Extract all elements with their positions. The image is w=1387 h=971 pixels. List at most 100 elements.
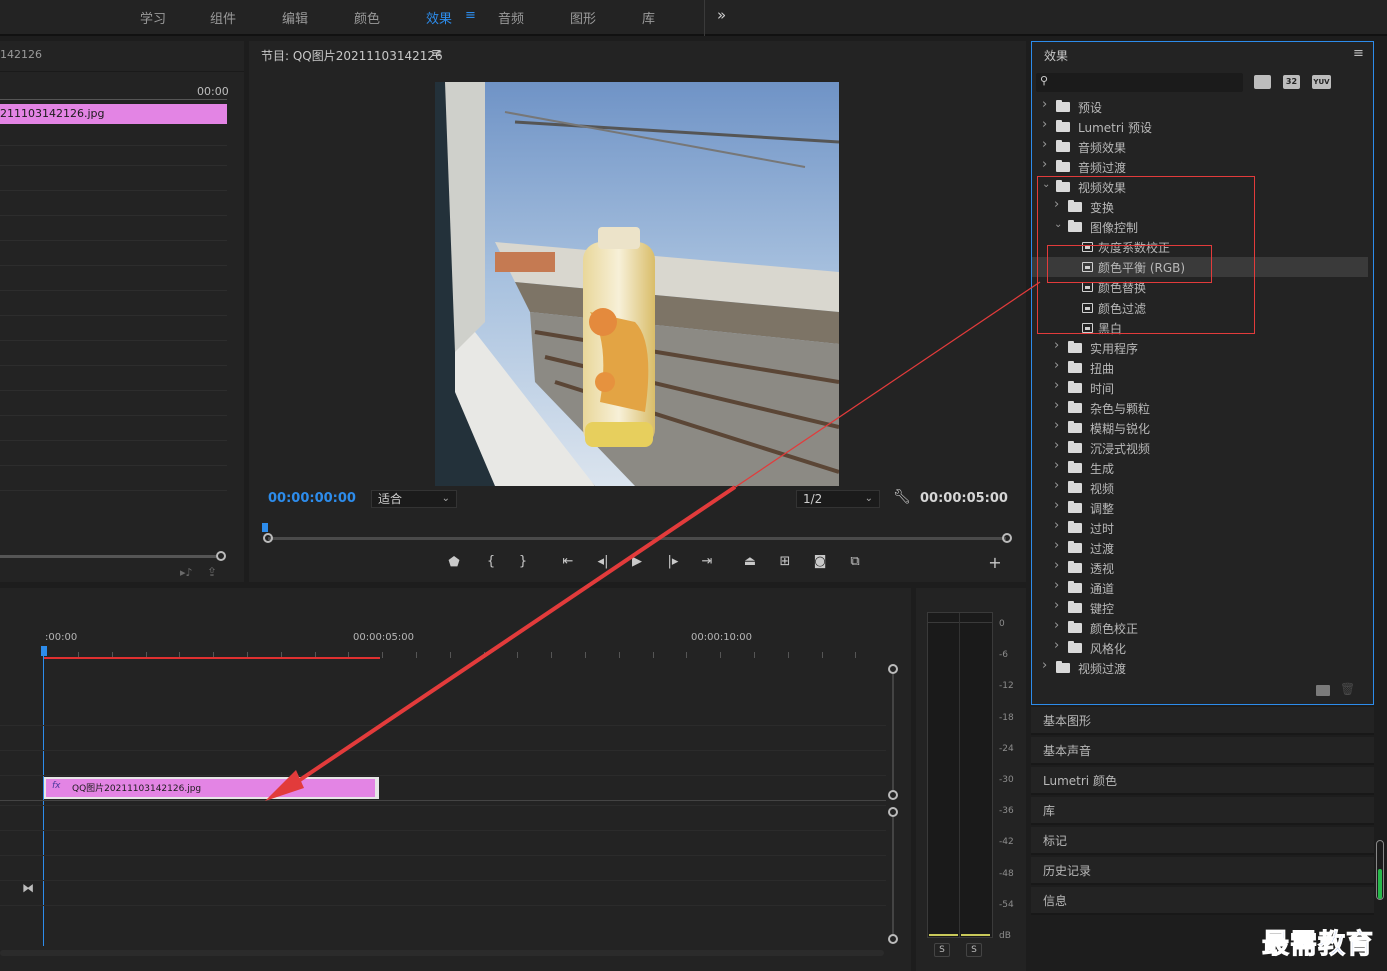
chevron-right-icon[interactable]: › [1054, 398, 1059, 413]
timeline-playhead-line[interactable] [43, 656, 44, 946]
program-zoom-bar[interactable] [268, 537, 1006, 540]
lift-icon[interactable]: ⏏ [740, 554, 760, 569]
effects-tree-item[interactable]: › 模糊与锐化 [1032, 418, 1368, 438]
chevron-right-icon[interactable]: › [1054, 638, 1059, 653]
chevron-right-icon[interactable]: › [1042, 658, 1047, 673]
chevron-right-icon[interactable]: › [1042, 137, 1047, 152]
workspace-tab-graphics[interactable]: 图形 [570, 8, 596, 27]
timeline-clip[interactable]: fx QQ图片20211103142126.jpg [44, 777, 379, 799]
mark-in-icon[interactable]: { [481, 554, 501, 569]
fit-dropdown[interactable]: 适合 ⌄ [371, 490, 457, 508]
timeline-audio-scroll-bottom[interactable] [888, 934, 898, 944]
effects-tree-item[interactable]: › 实用程序 [1032, 338, 1368, 358]
effects-tree-item[interactable]: › 视频 [1032, 478, 1368, 498]
workspace-tab-assembly[interactable]: 组件 [210, 8, 236, 27]
effects-tree-item[interactable]: › 音频过渡 [1032, 157, 1368, 177]
timeline-horizontal-scrollbar[interactable] [0, 950, 884, 956]
accelerated-effects-icon[interactable] [1254, 75, 1271, 89]
timeline-video-scrollbar[interactable] [892, 674, 894, 790]
panel-scrollbar[interactable] [1376, 840, 1384, 900]
effects-tree-item[interactable]: › 生成 [1032, 458, 1368, 478]
wrench-icon[interactable]: 🔧︎ [893, 489, 911, 505]
play-icon[interactable]: ▶ [627, 554, 647, 569]
program-zoom-handle-left[interactable] [263, 533, 273, 543]
panel-lumetri-color[interactable]: Lumetri 颜色 [1031, 767, 1374, 795]
resolution-dropdown[interactable]: 1/2 ⌄ [796, 490, 880, 508]
chevron-right-icon[interactable]: › [1054, 358, 1059, 373]
effects-tree-item[interactable]: › 透视 [1032, 558, 1368, 578]
solo-right-button[interactable]: S [966, 943, 982, 957]
scrollbar-thumb[interactable] [1378, 869, 1382, 899]
chevron-right-icon[interactable]: › [1042, 97, 1047, 112]
timeline-video-scroll-bottom[interactable] [888, 790, 898, 800]
program-time-ruler[interactable] [262, 523, 1010, 532]
panel-history[interactable]: 历史记录 [1031, 857, 1374, 885]
add-marker-icon[interactable]: ⬟ [444, 555, 464, 570]
chevron-right-icon[interactable]: › [1054, 598, 1059, 613]
source-export-icon[interactable]: ⇪ [207, 565, 217, 579]
chevron-right-icon[interactable]: › [1054, 518, 1059, 533]
workspace-overflow-icon[interactable]: » [717, 6, 726, 24]
effects-tree-item[interactable]: › 过时 [1032, 518, 1368, 538]
source-zoom-handle[interactable] [216, 551, 226, 561]
effects-tree-item[interactable]: › 过渡 [1032, 538, 1368, 558]
workspace-tab-learn[interactable]: 学习 [140, 8, 166, 27]
chevron-right-icon[interactable]: › [1042, 117, 1047, 132]
effects-tree-item[interactable]: › Lumetri 预设 [1032, 117, 1368, 137]
chevron-right-icon[interactable]: › [1054, 498, 1059, 513]
effects-tree-item[interactable]: › 颜色校正 [1032, 618, 1368, 638]
panel-essential-sound[interactable]: 基本声音 [1031, 737, 1374, 765]
program-playhead[interactable] [262, 523, 268, 532]
effects-search-input[interactable]: ⚲ [1036, 73, 1243, 92]
chevron-right-icon[interactable]: › [1054, 418, 1059, 433]
chevron-right-icon[interactable]: › [1054, 438, 1059, 453]
workspace-tab-editing[interactable]: 编辑 [282, 8, 308, 27]
delete-trash-icon[interactable]: 🗑︎ [1340, 682, 1355, 696]
extract-icon[interactable]: ⊞ [775, 554, 795, 569]
effects-tree-item[interactable]: › 键控 [1032, 598, 1368, 618]
transition-bowtie-icon[interactable]: ⧓ [22, 881, 34, 895]
effects-tree-item[interactable]: › 扭曲 [1032, 358, 1368, 378]
chevron-right-icon[interactable]: › [1042, 157, 1047, 172]
panel-markers[interactable]: 标记 [1031, 827, 1374, 855]
timeline-playhead-handle[interactable] [41, 646, 47, 656]
step-back-icon[interactable]: ◂| [593, 554, 613, 569]
32bit-color-icon[interactable]: 32 [1283, 75, 1300, 89]
effects-tree-item[interactable]: › 视频过渡 [1032, 658, 1368, 678]
source-clip[interactable]: 211103142126.jpg [0, 104, 227, 124]
effects-tree-item[interactable]: › 预设 [1032, 97, 1368, 117]
source-zoom-bar[interactable] [0, 555, 216, 558]
effects-panel-menu-icon[interactable]: ≡ [1353, 46, 1364, 61]
workspace-menu-icon[interactable]: ≡ [465, 8, 476, 23]
effects-tree-item[interactable]: › 杂色与颗粒 [1032, 398, 1368, 418]
program-current-timecode[interactable]: 00:00:00:00 [268, 491, 356, 506]
go-to-in-icon[interactable]: ⇤ [558, 554, 578, 569]
chevron-right-icon[interactable]: › [1054, 578, 1059, 593]
yuv-effects-icon[interactable]: YUV [1312, 75, 1331, 89]
effects-tree-item[interactable]: › 沉浸式视频 [1032, 438, 1368, 458]
timeline-audio-scrollbar[interactable] [892, 817, 894, 934]
chevron-right-icon[interactable]: › [1054, 458, 1059, 473]
effects-tree-item[interactable]: › 调整 [1032, 498, 1368, 518]
export-frame-camera-icon[interactable]: ◙ [810, 554, 830, 569]
effects-tree-item[interactable]: › 音频效果 [1032, 137, 1368, 157]
workspace-tab-effects[interactable]: 效果 [426, 8, 452, 27]
workspace-tab-libraries[interactable]: 库 [642, 8, 655, 27]
panel-essential-graphics[interactable]: 基本图形 [1031, 707, 1374, 735]
workspace-tab-audio[interactable]: 音频 [498, 8, 524, 27]
mark-out-icon[interactable]: } [513, 554, 533, 569]
chevron-right-icon[interactable]: › [1054, 338, 1059, 353]
timeline-audio-scroll-top[interactable] [888, 807, 898, 817]
effects-tree-item[interactable]: › 风格化 [1032, 638, 1368, 658]
chevron-right-icon[interactable]: › [1054, 558, 1059, 573]
program-monitor-menu-icon[interactable]: ≡ [431, 46, 442, 61]
solo-left-button[interactable]: S [934, 943, 950, 957]
chevron-right-icon[interactable]: › [1054, 478, 1059, 493]
effects-tree-item[interactable]: › 时间 [1032, 378, 1368, 398]
program-zoom-handle-right[interactable] [1002, 533, 1012, 543]
panel-info[interactable]: 信息 [1031, 887, 1374, 915]
chevron-right-icon[interactable]: › [1054, 378, 1059, 393]
go-to-out-icon[interactable]: ⇥ [697, 554, 717, 569]
add-button-icon[interactable]: + [985, 553, 1005, 572]
workspace-tab-color[interactable]: 颜色 [354, 8, 380, 27]
